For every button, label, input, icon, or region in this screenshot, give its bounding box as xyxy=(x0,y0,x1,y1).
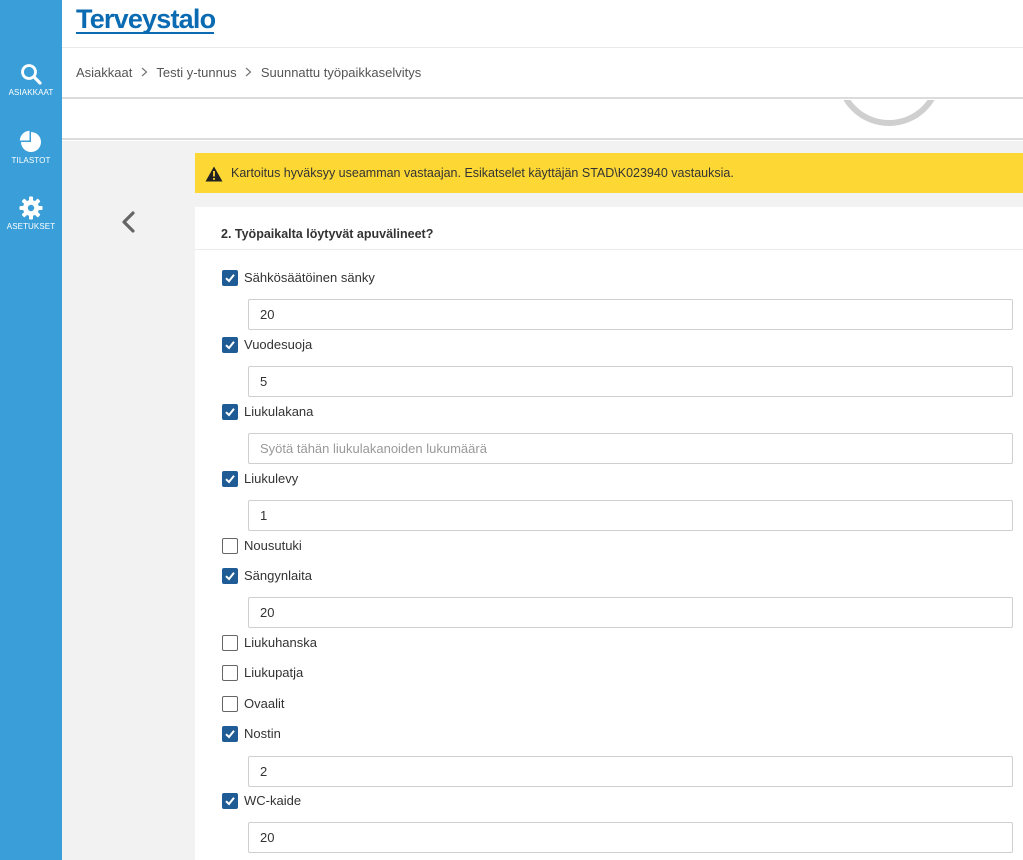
checkmark-icon xyxy=(225,797,235,806)
breadcrumb: Asiakkaat Testi y-tunnus Suunnattu työpa… xyxy=(76,65,421,80)
checkmark-icon xyxy=(225,730,235,739)
back-button[interactable] xyxy=(118,208,140,238)
sidebar-item-label: ASETUKSET xyxy=(6,222,56,231)
warning-icon xyxy=(205,166,223,182)
progress-area xyxy=(62,100,1023,140)
sidebar-item-label: TILASTOT xyxy=(11,156,51,165)
breadcrumb-item-testi[interactable]: Testi y-tunnus xyxy=(156,65,236,80)
checkbox[interactable] xyxy=(222,270,238,286)
quantity-input-sahkosaatoinen-sanky[interactable] xyxy=(248,299,1013,330)
sidebar-item-asetukset[interactable]: ASETUKSET xyxy=(0,196,62,231)
checkbox[interactable] xyxy=(222,568,238,584)
checkmark-icon xyxy=(225,274,235,283)
option-label: Nousutuki xyxy=(244,538,302,553)
checkmark-icon xyxy=(225,341,235,350)
breadcrumb-item-current: Suunnattu työpaikkaselvitys xyxy=(260,65,422,80)
brand-logo[interactable]: Terveystalo xyxy=(76,4,216,35)
progress-ring xyxy=(836,100,942,126)
option-label: Nostin xyxy=(244,726,281,741)
chevron-left-icon xyxy=(122,211,135,233)
header: Terveystalo xyxy=(62,0,1023,48)
search-icon xyxy=(21,64,42,85)
sidebar-item-asiakkaat[interactable]: ASIAKKAAT xyxy=(0,62,62,97)
option-label: Liukulevy xyxy=(244,471,299,486)
quantity-input-wc-kaide[interactable] xyxy=(248,822,1013,853)
breadcrumb-item-asiakkaat[interactable]: Asiakkaat xyxy=(76,65,132,80)
chevron-right-icon xyxy=(141,65,148,80)
checkbox[interactable] xyxy=(222,665,238,681)
chevron-right-icon xyxy=(245,65,252,80)
option-label: Sängynlaita xyxy=(244,568,312,583)
option-label: Sähkösäätöinen sänky xyxy=(244,270,375,285)
quantity-input-vuodesuoja[interactable] xyxy=(248,366,1013,397)
checkbox[interactable] xyxy=(222,404,238,420)
sidebar: ASIAKKAAT TILASTOT ASETUKSET xyxy=(0,0,62,860)
option-label: Liukupatja xyxy=(244,665,304,680)
checkbox[interactable] xyxy=(222,471,238,487)
checkmark-icon xyxy=(225,475,235,484)
divider xyxy=(195,249,1023,250)
option-label: Vuodesuoja xyxy=(244,337,313,352)
checkmark-icon xyxy=(225,572,235,581)
quantity-input-liukulevy[interactable] xyxy=(248,500,1013,531)
alert-text: Kartoitus hyväksyy useamman vastaajan. E… xyxy=(231,166,734,180)
checkbox[interactable] xyxy=(222,696,238,712)
breadcrumb-bar: Asiakkaat Testi y-tunnus Suunnattu työpa… xyxy=(62,49,1023,99)
warning-alert: Kartoitus hyväksyy useamman vastaajan. E… xyxy=(195,153,1023,193)
option-label: Liukuhanska xyxy=(244,635,317,650)
quantity-input-sangynlaita[interactable] xyxy=(248,597,1013,628)
sidebar-item-label: ASIAKKAAT xyxy=(8,88,54,97)
quantity-input-nostin[interactable] xyxy=(248,756,1013,787)
gear-icon xyxy=(19,196,43,220)
checkbox[interactable] xyxy=(222,726,238,742)
option-label: Liukulakana xyxy=(244,404,314,419)
checkbox[interactable] xyxy=(222,793,238,809)
checkbox[interactable] xyxy=(222,538,238,554)
checkbox[interactable] xyxy=(222,337,238,353)
option-label: WC-kaide xyxy=(244,793,302,808)
checkbox[interactable] xyxy=(222,635,238,651)
option-label: Ovaalit xyxy=(244,696,285,711)
checkmark-icon xyxy=(225,408,235,417)
sidebar-item-tilastot[interactable]: TILASTOT xyxy=(0,130,62,165)
question-title: 2. Työpaikalta löytyvät apuvälineet? xyxy=(221,227,434,241)
question-panel: 2. Työpaikalta löytyvät apuvälineet? Säh… xyxy=(195,207,1023,860)
pie-chart-icon xyxy=(19,130,41,152)
quantity-input-liukulakana[interactable] xyxy=(248,433,1013,464)
logo-underline xyxy=(76,32,214,34)
